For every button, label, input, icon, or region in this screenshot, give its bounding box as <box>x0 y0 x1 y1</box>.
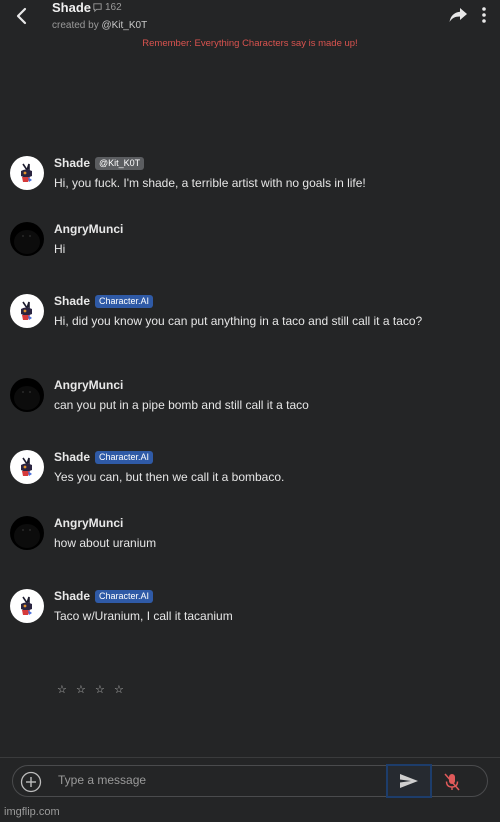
creator-link[interactable]: @Kit_K0T <box>101 20 147 31</box>
user-avatar[interactable] <box>10 222 44 256</box>
sender-name: AngryMunci <box>54 222 124 236</box>
sender-name: Shade <box>54 294 91 308</box>
shade-avatar[interactable] <box>10 156 44 190</box>
sender-name: Shade <box>54 450 91 464</box>
creator-line: created by @Kit_K0T <box>52 20 147 31</box>
dark-creature-icon <box>14 524 40 548</box>
message-header: Shade Character.AI <box>54 294 154 308</box>
star-icon[interactable]: ☆ <box>57 683 67 696</box>
share-icon[interactable] <box>448 6 468 24</box>
message-text: Taco w/Uranium, I call it tacanium <box>54 609 233 623</box>
divider <box>0 757 500 758</box>
send-button[interactable] <box>386 764 432 798</box>
star-icon[interactable]: ☆ <box>76 683 86 696</box>
user-avatar[interactable] <box>10 516 44 550</box>
character-ai-badge: Character.AI <box>95 450 154 464</box>
message-text: Yes you can, but then we call it a bomba… <box>54 470 285 484</box>
interaction-count: 162 <box>92 2 122 13</box>
sender-name: Shade <box>54 589 91 603</box>
star-icon[interactable]: ☆ <box>95 683 105 696</box>
add-icon[interactable] <box>20 771 42 793</box>
message-header: Shade Character.AI <box>54 450 154 464</box>
dark-creature-icon <box>14 230 40 254</box>
disclaimer-text: Remember: Everything Characters say is m… <box>142 38 358 49</box>
message-input[interactable] <box>58 768 378 792</box>
message-header: Shade Character.AI <box>54 589 154 603</box>
chat-bubble-icon <box>93 3 102 13</box>
more-options-icon[interactable] <box>480 5 488 25</box>
message-text: can you put in a pipe bomb and still cal… <box>54 398 309 412</box>
chat-header: Shade 162 created by @Kit_K0T Remember: … <box>0 0 500 58</box>
star-icon[interactable]: ☆ <box>114 683 124 696</box>
dark-creature-icon <box>14 386 40 410</box>
message-text: Hi <box>54 242 66 256</box>
interaction-count-value: 162 <box>105 2 122 13</box>
shade-avatar[interactable] <box>10 589 44 623</box>
creator-badge: @Kit_K0T <box>95 156 145 170</box>
message-rating: ☆ ☆ ☆ ☆ <box>57 683 124 696</box>
character-name[interactable]: Shade <box>52 0 91 15</box>
sender-name: Shade <box>54 156 91 170</box>
message-text: Hi, you fuck. I'm shade, a terrible arti… <box>54 176 366 190</box>
message-header: AngryMunci <box>54 378 123 392</box>
creator-prefix: created by <box>52 20 99 31</box>
mic-off-icon[interactable] <box>441 771 463 793</box>
shade-character-icon <box>21 596 32 615</box>
shade-character-icon <box>21 163 32 182</box>
character-ai-badge: Character.AI <box>95 294 154 308</box>
back-arrow-icon[interactable] <box>12 6 32 26</box>
message-header: Shade @Kit_K0T <box>54 156 145 170</box>
imgflip-watermark: imgflip.com <box>4 806 60 818</box>
send-icon <box>400 774 418 788</box>
shade-character-icon <box>21 457 32 476</box>
shade-avatar[interactable] <box>10 294 44 328</box>
message-header: AngryMunci <box>54 516 123 530</box>
message-header: AngryMunci <box>54 222 123 236</box>
user-avatar[interactable] <box>10 378 44 412</box>
message-text: how about uranium <box>54 536 157 550</box>
sender-name: AngryMunci <box>54 516 124 530</box>
shade-avatar[interactable] <box>10 450 44 484</box>
shade-character-icon <box>21 301 32 320</box>
character-ai-badge: Character.AI <box>95 589 154 603</box>
sender-name: AngryMunci <box>54 378 124 392</box>
message-text: Hi, did you know you can put anything in… <box>54 314 423 328</box>
